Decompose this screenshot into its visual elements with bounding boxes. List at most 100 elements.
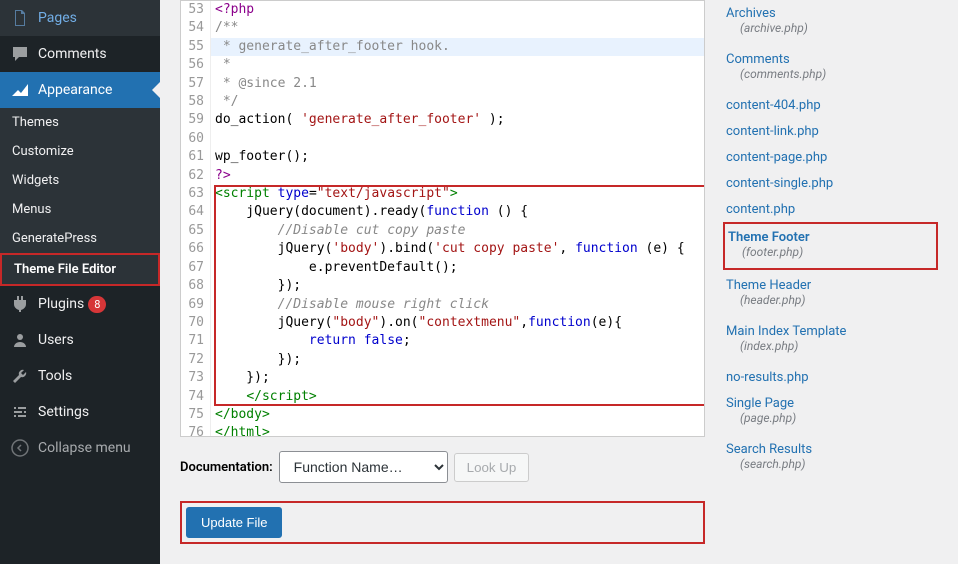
code-content[interactable]: * @since 2.1 — [211, 75, 704, 93]
code-content[interactable]: }); — [211, 351, 704, 369]
code-line[interactable]: 56 * — [181, 56, 704, 74]
file-filename: (archive.php) — [726, 21, 935, 41]
file-link[interactable]: Theme Footer — [728, 227, 933, 245]
code-content[interactable]: }); — [211, 277, 704, 295]
code-content[interactable]: * generate_after_footer hook. — [211, 38, 704, 56]
code-content[interactable]: ?> — [211, 167, 704, 185]
submenu-theme-file-editor[interactable]: Theme File Editor — [0, 253, 160, 286]
comments-icon — [10, 44, 30, 64]
menu-plugins[interactable]: Plugins 8 — [0, 286, 160, 322]
code-editor[interactable]: 53<?php54/**55 * generate_after_footer h… — [180, 0, 705, 437]
code-content[interactable]: do_action( 'generate_after_footer' ); — [211, 111, 704, 129]
code-line[interactable]: 74 </script> — [181, 388, 704, 406]
lookup-button[interactable]: Look Up — [454, 453, 530, 482]
code-content[interactable]: /** — [211, 19, 704, 37]
code-line[interactable]: 65 //Disable cut copy paste — [181, 222, 704, 240]
code-line[interactable]: 58 */ — [181, 93, 704, 111]
code-content[interactable]: e.preventDefault(); — [211, 259, 704, 277]
code-content[interactable]: <?php — [211, 1, 704, 19]
file-item[interactable]: content-page.php — [723, 144, 938, 168]
code-line[interactable]: 67 e.preventDefault(); — [181, 259, 704, 277]
code-line[interactable]: 54/** — [181, 19, 704, 37]
file-link[interactable]: content-link.php — [726, 121, 935, 139]
file-item[interactable]: content-single.php — [723, 170, 938, 194]
submenu-themes[interactable]: Themes — [0, 108, 160, 137]
code-line[interactable]: 71 return false; — [181, 332, 704, 350]
function-name-select[interactable]: Function Name… — [279, 451, 448, 483]
file-item[interactable]: Search Results(search.php) — [723, 436, 938, 480]
file-link[interactable]: Single Page — [726, 393, 935, 411]
code-line[interactable]: 55 * generate_after_footer hook. — [181, 38, 704, 56]
file-link[interactable]: Archives — [726, 3, 935, 21]
code-line[interactable]: 68 }); — [181, 277, 704, 295]
code-line[interactable]: 62?> — [181, 167, 704, 185]
submenu-customize[interactable]: Customize — [0, 137, 160, 166]
code-line[interactable]: 63<script type="text/javascript"> — [181, 185, 704, 203]
submenu-widgets[interactable]: Widgets — [0, 166, 160, 195]
menu-collapse[interactable]: Collapse menu — [0, 430, 160, 466]
menu-comments[interactable]: Comments — [0, 36, 160, 72]
update-file-button[interactable]: Update File — [186, 507, 282, 538]
code-content[interactable]: jQuery("body").on("contextmenu",function… — [211, 314, 704, 332]
code-line[interactable]: 59do_action( 'generate_after_footer' ); — [181, 111, 704, 129]
file-item[interactable]: Comments(comments.php) — [723, 46, 938, 90]
code-content[interactable]: }); — [211, 369, 704, 387]
line-number: 69 — [181, 296, 211, 314]
submenu-menus[interactable]: Menus — [0, 195, 160, 224]
code-content[interactable]: </script> — [211, 388, 704, 406]
code-line[interactable]: 53<?php — [181, 1, 704, 19]
code-line[interactable]: 72 }); — [181, 351, 704, 369]
file-link[interactable]: no-results.php — [726, 367, 935, 385]
file-link[interactable]: content-page.php — [726, 147, 935, 165]
code-line[interactable]: 75</body> — [181, 406, 704, 424]
code-line[interactable]: 69 //Disable mouse right click — [181, 296, 704, 314]
code-line[interactable]: 64 jQuery(document).ready(function () { — [181, 203, 704, 221]
file-item[interactable]: content.php — [723, 196, 938, 220]
file-item[interactable]: Theme Footer(footer.php) — [723, 222, 938, 270]
documentation-label: Documentation: — [180, 460, 273, 475]
code-content[interactable]: jQuery('body').bind('cut copy paste', fu… — [211, 240, 704, 258]
code-content[interactable]: * — [211, 56, 704, 74]
file-item[interactable]: Single Page(page.php) — [723, 390, 938, 434]
code-line[interactable]: 76</html> — [181, 424, 704, 437]
code-line[interactable]: 61wp_footer(); — [181, 148, 704, 166]
code-content[interactable]: //Disable cut copy paste — [211, 222, 704, 240]
code-content[interactable]: </body> — [211, 406, 704, 424]
code-content[interactable]: <script type="text/javascript"> — [211, 185, 704, 203]
code-line[interactable]: 57 * @since 2.1 — [181, 75, 704, 93]
code-content[interactable]: //Disable mouse right click — [211, 296, 704, 314]
file-item[interactable]: Main Index Template(index.php) — [723, 318, 938, 362]
file-link[interactable]: Search Results — [726, 439, 935, 457]
code-line[interactable]: 73 }); — [181, 369, 704, 387]
file-link[interactable]: Theme Header — [726, 275, 935, 293]
menu-pages[interactable]: Pages — [0, 0, 160, 36]
file-link[interactable]: content.php — [726, 199, 935, 217]
menu-tools[interactable]: Tools — [0, 358, 160, 394]
code-line[interactable]: 66 jQuery('body').bind('cut copy paste',… — [181, 240, 704, 258]
line-number: 71 — [181, 332, 211, 350]
users-icon — [10, 330, 30, 350]
file-item[interactable]: content-link.php — [723, 118, 938, 142]
code-content[interactable]: wp_footer(); — [211, 148, 704, 166]
line-number: 73 — [181, 369, 211, 387]
file-item[interactable]: no-results.php — [723, 364, 938, 388]
file-item[interactable]: Theme Header(header.php) — [723, 272, 938, 316]
file-filename: (comments.php) — [726, 67, 935, 87]
code-content[interactable]: </html> — [211, 424, 704, 437]
code-content[interactable]: return false; — [211, 332, 704, 350]
file-item[interactable]: content-404.php — [723, 92, 938, 116]
submenu-generatepress[interactable]: GeneratePress — [0, 224, 160, 253]
code-content[interactable]: */ — [211, 93, 704, 111]
file-item[interactable]: Archives(archive.php) — [723, 0, 938, 44]
code-content[interactable]: jQuery(document).ready(function () { — [211, 203, 704, 221]
menu-appearance[interactable]: Appearance — [0, 72, 160, 108]
code-line[interactable]: 60 — [181, 130, 704, 148]
code-content[interactable] — [211, 130, 704, 148]
code-line[interactable]: 70 jQuery("body").on("contextmenu",funct… — [181, 314, 704, 332]
file-link[interactable]: Comments — [726, 49, 935, 67]
file-link[interactable]: content-single.php — [726, 173, 935, 191]
file-link[interactable]: Main Index Template — [726, 321, 935, 339]
menu-settings[interactable]: Settings — [0, 394, 160, 430]
menu-users[interactable]: Users — [0, 322, 160, 358]
file-link[interactable]: content-404.php — [726, 95, 935, 113]
